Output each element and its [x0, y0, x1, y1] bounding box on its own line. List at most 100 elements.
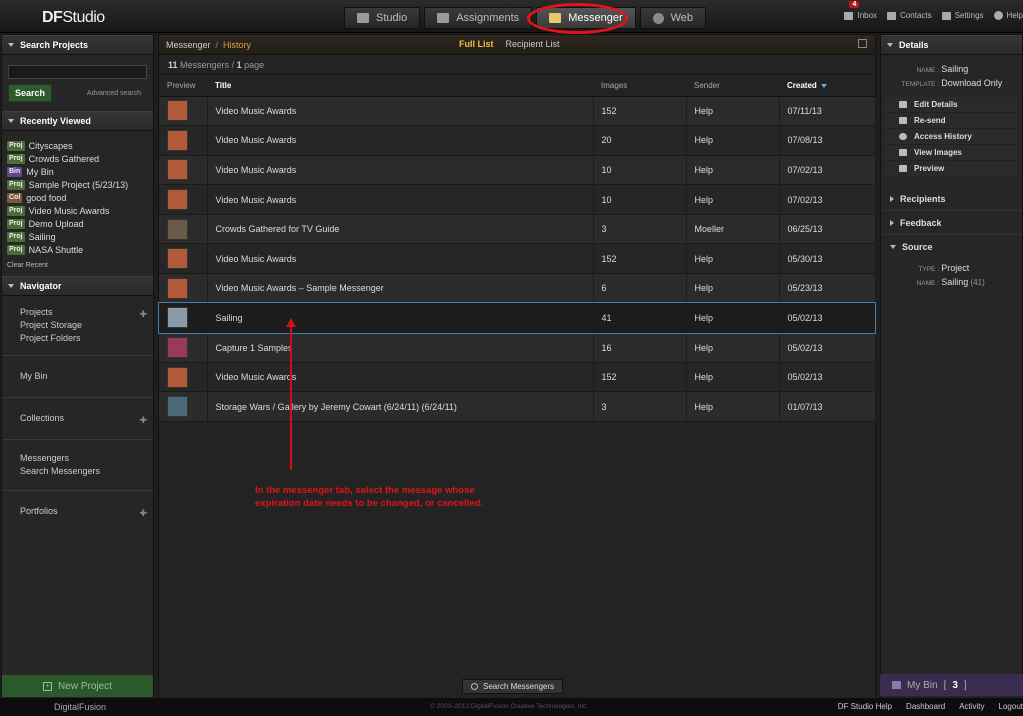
table-row[interactable]: Video Music Awards 10 Help 07/02/13: [159, 155, 876, 186]
row-preview[interactable]: [159, 125, 208, 156]
row-title[interactable]: Sailing: [207, 303, 594, 334]
preview-action[interactable]: Preview: [885, 161, 1018, 177]
table-row[interactable]: Video Music Awards 152 Help 05/30/13: [159, 243, 876, 275]
resend-action[interactable]: Re-send: [885, 113, 1018, 129]
navigator-header[interactable]: Navigator: [2, 276, 153, 296]
nav-project-folders[interactable]: Project Folders: [20, 332, 147, 345]
recent-item[interactable]: Proj Sample Project (5/23/13): [7, 178, 149, 191]
nav-search-messengers[interactable]: Search Messengers: [20, 465, 147, 478]
row-sender: Help: [686, 391, 780, 423]
row-preview[interactable]: [159, 155, 208, 186]
row-preview[interactable]: [159, 184, 208, 215]
table-row[interactable]: Video Music Awards 10 Help 07/02/13: [159, 184, 876, 215]
recent-item[interactable]: Col good food: [7, 191, 149, 204]
tab-assignments[interactable]: Assignments: [424, 7, 533, 29]
details-header[interactable]: Details: [881, 35, 1022, 55]
search-input[interactable]: [8, 65, 147, 79]
recent-item[interactable]: Proj Video Music Awards: [7, 204, 149, 217]
top-links: 4 Inbox Contacts Settings Help: [844, 1, 1023, 20]
table-row[interactable]: Video Music Awards – Sample Messenger 6 He…: [159, 273, 876, 304]
contacts-link[interactable]: Contacts: [887, 11, 932, 20]
recent-item[interactable]: Proj NASA Shuttle: [7, 243, 149, 256]
row-title[interactable]: Video Music Awards: [207, 125, 594, 156]
settings-link[interactable]: Settings: [941, 11, 984, 20]
row-title[interactable]: Storage Wars / Gallery by Jeremy Cowart …: [207, 391, 594, 423]
view-images-action[interactable]: View Images: [885, 145, 1018, 161]
collapse-icon: [8, 119, 14, 123]
nav-project-storage[interactable]: Project Storage: [20, 319, 147, 332]
source-section[interactable]: Source: [881, 235, 1022, 259]
row-preview[interactable]: [159, 362, 208, 393]
nav-bin-group: My Bin: [2, 356, 153, 398]
nav-messengers[interactable]: Messengers: [20, 452, 147, 465]
breadcrumb-messenger[interactable]: Messenger: [166, 40, 211, 50]
recent-item[interactable]: Bin My Bin: [7, 165, 149, 178]
row-preview[interactable]: [159, 391, 208, 423]
row-title[interactable]: Video Music Awards – Sample Messenger: [207, 273, 594, 304]
tab-full-list[interactable]: Full List: [459, 39, 494, 49]
nav-collections[interactable]: Collections: [20, 412, 147, 425]
search-button[interactable]: Search: [8, 84, 53, 102]
inbox-link[interactable]: 4 Inbox: [844, 1, 877, 20]
footer-activity-link[interactable]: Activity: [959, 702, 984, 711]
nav-portfolios[interactable]: Portfolios: [20, 505, 147, 518]
row-images: 152: [593, 96, 687, 127]
nav-projects[interactable]: Projects: [20, 306, 147, 319]
footer-dashboard-link[interactable]: Dashboard: [906, 702, 945, 711]
recent-item[interactable]: Proj Demo Upload: [7, 217, 149, 230]
row-preview[interactable]: [159, 273, 208, 304]
footer-help-link[interactable]: DF Studio Help: [838, 702, 892, 711]
new-project-button[interactable]: + New Project: [2, 675, 153, 697]
add-icon[interactable]: ✚: [139, 308, 147, 321]
add-icon[interactable]: ✚: [139, 414, 147, 427]
recipients-section[interactable]: Recipients: [881, 187, 1022, 211]
recent-item[interactable]: Proj Cityscapes: [7, 139, 149, 152]
row-created: 05/02/13: [779, 332, 876, 363]
table-row[interactable]: Video Music Awards 20 Help 07/08/13: [159, 125, 876, 156]
nav-my-bin[interactable]: My Bin: [20, 370, 147, 383]
table-row[interactable]: Crowds Gathered for TV Guide 3 Moeller 06/2…: [159, 214, 876, 245]
col-sender[interactable]: Sender: [686, 75, 779, 97]
clear-recent-link[interactable]: Clear Recent: [2, 256, 153, 276]
row-title[interactable]: Video Music Awards: [207, 362, 594, 393]
col-created[interactable]: Created: [779, 75, 875, 97]
feedback-section[interactable]: Feedback: [881, 211, 1022, 235]
table-row[interactable]: Capture 1 Samples 16 Help 05/02/13: [159, 332, 876, 363]
access-history-action[interactable]: Access History: [885, 129, 1018, 145]
row-title[interactable]: Video Music Awards: [207, 96, 594, 127]
app-logo[interactable]: DFStudio: [42, 9, 105, 27]
row-title[interactable]: Video Music Awards: [207, 243, 594, 275]
recent-item[interactable]: Proj Sailing: [7, 230, 149, 243]
tab-web[interactable]: Web: [639, 7, 707, 29]
row-preview[interactable]: [159, 214, 208, 245]
row-title[interactable]: Video Music Awards: [207, 155, 594, 186]
row-preview[interactable]: [159, 243, 208, 275]
envelope-icon: [899, 117, 907, 124]
row-title[interactable]: Video Music Awards: [207, 184, 594, 215]
row-images: 20: [593, 125, 687, 156]
row-preview[interactable]: [159, 96, 208, 127]
tab-studio[interactable]: Studio: [344, 7, 421, 29]
row-title[interactable]: Capture 1 Samples: [207, 332, 594, 363]
help-link[interactable]: Help: [993, 11, 1023, 20]
expand-icon[interactable]: [858, 39, 867, 48]
table-row[interactable]: Video Music Awards 152 Help 05/02/13: [159, 362, 876, 393]
col-title[interactable]: Title: [207, 75, 593, 97]
footer-logout-link[interactable]: Logout: [999, 702, 1023, 711]
table-row[interactable]: Sailing 41 Help 05/02/13: [158, 302, 876, 334]
search-projects-header[interactable]: Search Projects: [2, 35, 153, 55]
tab-recipient-list[interactable]: Recipient List: [506, 39, 560, 49]
table-row[interactable]: Storage Wars / Gallery by Jeremy Cowart …: [159, 391, 876, 423]
table-row[interactable]: Video Music Awards 152 Help 07/11/13: [159, 96, 876, 127]
row-title[interactable]: Crowds Gathered for TV Guide: [207, 214, 594, 245]
edit-details-action[interactable]: Edit Details: [885, 97, 1018, 113]
row-preview[interactable]: [159, 303, 208, 334]
add-icon[interactable]: ✚: [139, 507, 147, 520]
my-bin-bar[interactable]: My Bin[3]: [880, 674, 1023, 696]
row-preview[interactable]: [159, 332, 208, 363]
col-images[interactable]: Images: [593, 75, 686, 97]
recent-item[interactable]: Proj Crowds Gathered: [7, 152, 149, 165]
recently-viewed-header[interactable]: Recently Viewed: [2, 111, 153, 131]
advanced-search-link[interactable]: Advanced search: [87, 90, 141, 97]
search-messengers-button[interactable]: Search Messengers: [462, 679, 564, 694]
